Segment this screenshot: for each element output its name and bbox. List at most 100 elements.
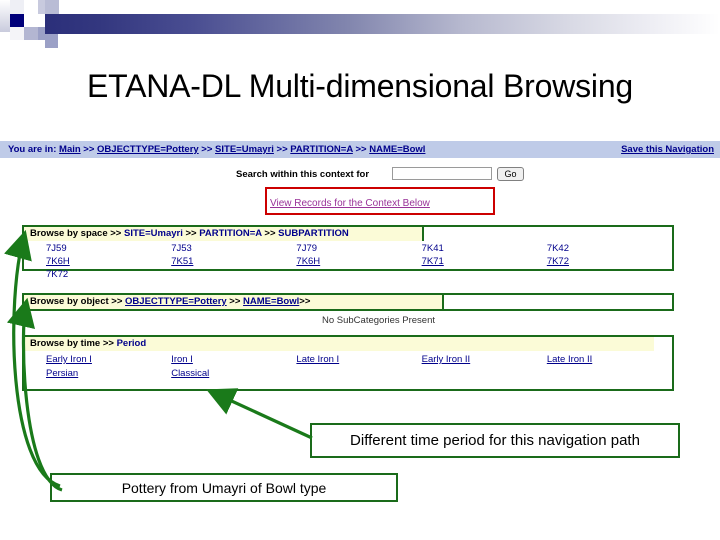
breadcrumb-trail: You are in: Main >> OBJECTTYPE=Pottery >… [8,144,425,155]
deco-square [10,0,24,14]
facet-separator: >> [182,228,200,239]
facet-separator: >> [108,296,126,307]
facet-trailing: >> [299,296,311,307]
facet-separator: >> [261,228,279,239]
facet-title: Browse by object [30,296,109,307]
annotation-time-period: Different time period for this navigatio… [310,423,680,458]
facet-space-header: Browse by space >> SITE=Umayri >> PARTIT… [24,227,424,241]
period-cell: Late Iron II [547,354,672,365]
no-subcategories-message: No SubCategories Present [322,315,436,326]
deco-square [45,0,59,14]
facet-value-cell: 7K71 [422,256,547,267]
period-cell: Early Iron I [46,354,171,365]
view-records-link[interactable]: View Records for the Context Below [270,198,430,209]
facet-value-text: 7J79 [296,243,318,254]
facet-time-header: Browse by time >> Period [24,337,654,351]
breadcrumb-item[interactable]: OBJECTTYPE=Pottery [97,144,199,155]
context-search-row: Search within this context for Go [0,167,720,187]
period-cell: Persian [46,368,171,379]
facet-panel-space: Browse by space >> SITE=Umayri >> PARTIT… [22,225,674,280]
breadcrumb-lead: You are in: [8,144,60,155]
period-cell: Iron I [171,354,296,365]
facet-value-cell: 7K6H [296,256,421,267]
annotation-pottery: Pottery from Umayri of Bowl type [50,473,398,502]
period-cell: Late Iron I [296,354,421,365]
facet-value-cell: 7J53 [171,243,296,254]
breadcrumb-item[interactable]: SITE=Umayri [215,144,274,155]
facet-time-body: Early Iron I Iron I Late Iron I Early Iron … [24,354,672,379]
facet-value-cell: 7K41 [422,243,547,254]
facet-crumb: Period [116,338,147,349]
search-input[interactable] [392,167,492,180]
breadcrumb-separator: >> [352,144,370,155]
period-link[interactable]: Early Iron I [46,354,92,365]
period-cell [547,368,672,379]
facet-value-cell: 7K72 [46,269,171,280]
deco-square [24,27,38,40]
facet-value-cell: 7J59 [46,243,171,254]
facet-value-cell: 7K42 [547,243,672,254]
facet-value-link[interactable]: 7K51 [171,256,193,267]
period-row: Early Iron I Iron I Late Iron I Early Iron … [24,354,672,365]
facet-value-link[interactable]: 7K72 [547,256,569,267]
deco-square [24,40,38,52]
period-cell [422,368,547,379]
period-link[interactable]: Classical [171,368,209,379]
facet-value-cell [422,269,547,280]
facet-value-text: 7K41 [421,243,444,254]
facet-value-cell: 7J79 [296,243,421,254]
deco-square-dark [10,14,24,27]
period-link[interactable]: Early Iron II [422,354,471,365]
save-navigation-link[interactable]: Save this Navigation [621,144,714,155]
search-label: Search within this context for [236,169,370,180]
facet-title: Browse by time [30,338,101,349]
breadcrumb-separator: >> [198,144,216,155]
facet-panel-time: Browse by time >> Period Early Iron I Iro… [22,335,674,391]
period-link[interactable]: Late Iron I [296,354,339,365]
facet-value-cell [296,269,421,280]
period-cell: Classical [171,368,296,379]
deco-square [45,34,58,48]
breadcrumb-item[interactable]: Main [59,144,81,155]
facet-value-row: 7K72 [24,269,672,280]
breadcrumb-separator: >> [273,144,291,155]
deco-square [24,0,38,14]
go-button[interactable]: Go [497,167,524,181]
facet-separator: >> [100,338,117,349]
facet-value-cell: 7K72 [547,256,672,267]
header-gradient-bar [45,14,720,34]
browser-screenshot: You are in: Main >> OBJECTTYPE=Pottery >… [0,141,720,436]
period-link[interactable]: Late Iron II [547,354,592,365]
facet-crumb[interactable]: NAME=Bowl [243,296,299,307]
period-link[interactable]: Iron I [171,354,193,365]
facet-panel-object: Browse by object >> OBJECTTYPE=Pottery >… [22,293,674,311]
facet-value-text: 7J59 [46,243,67,254]
breadcrumb-item[interactable]: PARTITION=A [290,144,353,155]
facet-space-body: 7J59 7J53 7J79 7K41 7K42 7K6H 7K51 7K6H 7K71 7K72… [24,243,672,280]
period-cell [296,368,421,379]
facet-crumb: SITE=Umayri [124,228,183,239]
facet-value-text: 7K72 [46,269,69,280]
facet-crumb: PARTITION=A [199,228,262,239]
facet-value-cell: 7K6H [46,256,171,267]
slide-header-decoration [0,0,720,52]
facet-title: Browse by space [30,228,108,239]
facet-value-cell: 7K51 [171,256,296,267]
facet-separator: >> [107,228,124,239]
facet-value-row: 7J59 7J53 7J79 7K41 7K42 [24,243,672,254]
facet-value-text: 7J53 [171,243,192,254]
facet-value-link[interactable]: 7K71 [422,256,444,267]
facet-value-text: 7K42 [546,243,569,254]
facet-value-link[interactable]: 7K6H [46,256,70,267]
facet-value-cell [171,269,296,280]
facet-crumb[interactable]: OBJECTTYPE=Pottery [125,296,227,307]
period-cell: Early Iron II [422,354,547,365]
facet-value-cell [547,269,672,280]
facet-value-link[interactable]: 7K6H [296,256,320,267]
page-title: ETANA-DL Multi-dimensional Browsing [86,68,634,104]
facet-object-header: Browse by object >> OBJECTTYPE=Pottery >… [24,295,444,309]
deco-square [10,27,24,40]
breadcrumb-item[interactable]: NAME=Bowl [369,144,425,155]
deco-square [0,0,10,32]
period-link[interactable]: Persian [46,368,78,379]
